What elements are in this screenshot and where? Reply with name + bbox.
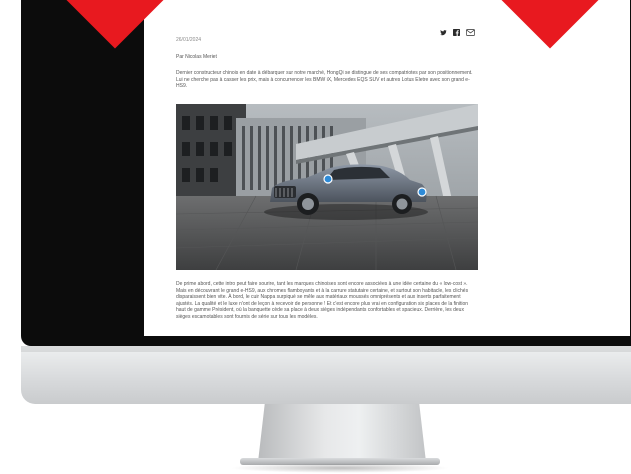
image-hotspot-marker[interactable] (323, 174, 333, 184)
article-header: 26/01/2024 Par Nicolas Meriet Dernier co… (176, 32, 478, 90)
chin-shadow (21, 346, 631, 352)
article-body: De prime abord, cette intro peut faire s… (176, 281, 469, 320)
article-hero-image (176, 104, 478, 270)
monitor-stand (258, 404, 426, 462)
car-photo (176, 104, 478, 270)
article-author: Par Nicolas Meriet (176, 54, 217, 60)
image-hotspot-marker[interactable] (417, 187, 427, 197)
monitor-chin (21, 346, 631, 404)
article-date: 26/01/2024 (176, 37, 202, 43)
stand-shadow (230, 463, 450, 473)
article-intro: Dernier constructeur chinois en date à d… (176, 70, 473, 90)
